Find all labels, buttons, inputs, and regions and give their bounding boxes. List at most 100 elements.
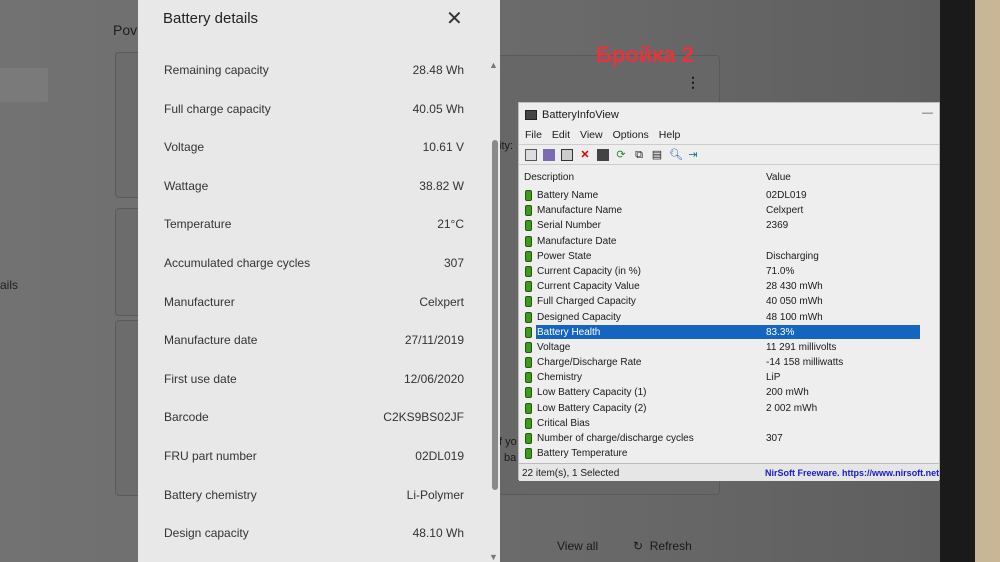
detail-value: 38.82 W (419, 178, 464, 193)
delete-icon[interactable]: ✕ (579, 149, 591, 161)
battery-icon (525, 433, 532, 444)
list-item[interactable]: Manufacture Name Celxpert (519, 203, 939, 218)
detail-row: Full charge capacity 40.05 Wh (164, 102, 464, 122)
minimize-button[interactable]: — (922, 107, 933, 119)
item-description: Designed Capacity (537, 311, 621, 323)
item-description: Number of charge/discharge cycles (537, 433, 694, 444)
menu-edit[interactable]: Edit (552, 129, 570, 141)
find-icon[interactable]: 🔍︎ (669, 149, 683, 161)
item-value: 02DL019 (766, 190, 807, 201)
item-value: 307 (766, 433, 783, 444)
list-item[interactable]: Low Battery Capacity (1) 200 mWh (519, 385, 939, 400)
detail-row: Wattage 38.82 W (164, 179, 464, 199)
detail-label: Manufacturer (164, 294, 235, 309)
window-title: BatteryInfoView (542, 108, 619, 121)
list-item[interactable]: Current Capacity Value 28 430 mWh (519, 279, 939, 294)
item-description: Current Capacity Value (537, 281, 640, 293)
detail-row: Voltage 10.61 V (164, 140, 464, 160)
list-item[interactable]: Low Battery Capacity (2) 2 002 mWh (519, 401, 939, 416)
list-item[interactable]: Full Charged Capacity 40 050 mWh (519, 294, 939, 309)
more-options-icon[interactable]: ⋮ (686, 74, 700, 91)
detail-row: First use date 12/06/2020 (164, 372, 464, 392)
item-description: Manufacture Name (537, 205, 623, 217)
list-item[interactable]: Critical Bias (519, 416, 939, 431)
battery-icon (525, 372, 532, 384)
item-value: Celxpert (766, 205, 804, 217)
list-item[interactable]: Manufacture Date (519, 234, 939, 249)
scroll-up-arrow[interactable]: ▲ (489, 60, 498, 70)
card-text-fragment: ity: (499, 140, 514, 152)
close-icon[interactable]: ✕ (446, 6, 463, 31)
detail-row: Barcode C2KS9BS02JF (164, 410, 464, 430)
nirsoft-link[interactable]: NirSoft Freeware. https://www.nirsoft.ne… (765, 468, 939, 478)
menu-file[interactable]: File (525, 129, 542, 141)
detail-label: FRU part number (164, 449, 257, 463)
item-description: Voltage (537, 341, 571, 353)
view-all-button[interactable]: View all (557, 539, 598, 553)
menu-options[interactable]: Options (613, 129, 649, 141)
refresh-label: Refresh (649, 539, 692, 553)
detail-row: Accumulated charge cycles 307 (164, 256, 464, 276)
panel-title: Battery details (163, 10, 259, 27)
refresh-icon[interactable]: ⟳ (615, 149, 627, 161)
column-header-value[interactable]: Value (766, 172, 791, 183)
detail-label: Voltage (164, 140, 205, 155)
battery-icon (525, 250, 532, 262)
list-item[interactable]: Battery Health 83.3% (519, 324, 939, 340)
battery-icon (525, 311, 532, 323)
menu-help[interactable]: Help (659, 129, 681, 141)
battery-icon (525, 220, 532, 232)
scroll-down-arrow[interactable]: ▼ (489, 552, 498, 562)
save-icon[interactable] (597, 148, 609, 161)
battery-icon (525, 357, 532, 369)
item-description: Chemistry (537, 372, 583, 384)
window-icon[interactable] (561, 148, 573, 161)
item-description: Critical Bias (537, 417, 590, 429)
nav-item-details-fragment[interactable]: ails (0, 278, 18, 292)
battery-icon (525, 402, 532, 414)
item-description: Manufacture Date (537, 235, 617, 247)
list-item[interactable]: Charge/Discharge Rate -14 158 milliwatts (519, 355, 939, 370)
scrollbar-thumb[interactable] (492, 140, 498, 490)
item-description: Power State (537, 250, 592, 262)
detail-value: 02DL019 (415, 449, 464, 463)
battery-info-icon[interactable] (525, 148, 537, 161)
item-value: 2 002 mWh (766, 402, 818, 414)
properties-icon[interactable]: ▤ (651, 149, 663, 161)
title-bar: BatteryInfoView — (519, 103, 939, 126)
list-item[interactable]: Voltage 11 291 millivolts (519, 340, 939, 355)
menu-bar: File Edit View Options Help (519, 126, 939, 144)
refresh-button[interactable]: ↻ Refresh (633, 539, 692, 553)
item-description: Serial Number (537, 220, 601, 232)
list-item[interactable]: Designed Capacity 48 100 mWh (519, 310, 939, 325)
copy-icon[interactable]: ⧉ (633, 149, 645, 161)
detail-value: Celxpert (419, 294, 464, 309)
list-item[interactable]: Battery Name 02DL019 (519, 188, 939, 203)
list-item[interactable]: Serial Number 2369 (519, 218, 939, 233)
list-item[interactable]: Power State Discharging (519, 249, 939, 264)
detail-label: Temperature (164, 217, 232, 232)
nav-item-highlight (0, 68, 48, 102)
list-item[interactable]: Current Capacity (in %) 71.0% (519, 264, 939, 279)
detail-label: Manufacture date (164, 333, 258, 348)
battery-icon (525, 235, 532, 247)
menu-view[interactable]: View (580, 129, 603, 141)
item-value: Discharging (766, 250, 819, 262)
list-item[interactable]: Number of charge/discharge cycles 307 (519, 431, 939, 446)
column-header-description[interactable]: Description (524, 172, 574, 183)
battery-details-panel: Battery details ✕ Remaining capacity 28.4… (138, 0, 500, 562)
detail-value: 307 (443, 256, 464, 270)
status-bar: 22 item(s), 1 Selected NirSoft Freeware.… (519, 463, 939, 481)
battery-icon (525, 205, 532, 217)
item-description: Battery Temperature (537, 448, 628, 460)
battery-icon (525, 265, 532, 277)
detail-value: 48.10 Wh (412, 526, 464, 541)
clipboard-icon[interactable] (543, 148, 555, 161)
list-item[interactable]: Chemistry LiP (519, 370, 939, 385)
detail-label: Full charge capacity (164, 101, 271, 116)
battery-icon (525, 190, 532, 201)
exit-icon[interactable]: ⇥ (687, 149, 699, 161)
detail-row: Manufacture date 27/11/2019 (164, 333, 464, 353)
list-item[interactable]: Battery Temperature (519, 446, 939, 461)
detail-row: Temperature 21°C (164, 217, 464, 237)
